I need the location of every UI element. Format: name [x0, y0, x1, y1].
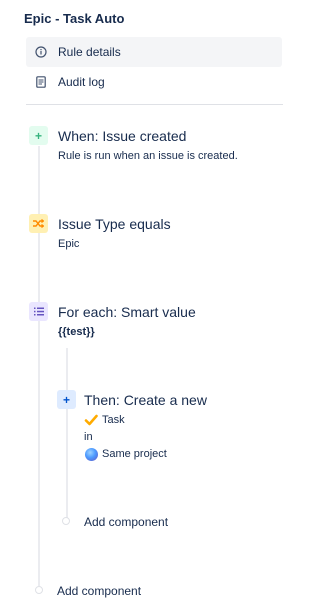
plus-icon: + — [57, 390, 76, 409]
flow-main-line — [38, 146, 40, 586]
add-component-dot — [62, 517, 70, 525]
condition-title: Issue Type equals — [58, 216, 171, 232]
add-component-dot — [35, 586, 43, 594]
add-component-label: Add component — [84, 515, 169, 529]
branch-title: For each: Smart value — [58, 304, 196, 320]
add-component-label: Add component — [57, 584, 142, 598]
rule-title: Epic - Task Auto — [24, 11, 125, 26]
action-title: Then: Create a new — [84, 392, 207, 408]
branch-smart-value: {{test}} — [58, 326, 95, 338]
info-icon — [34, 45, 48, 59]
plus-icon: + — [29, 126, 48, 145]
list-icon — [29, 302, 48, 321]
nav-item-label: Audit log — [58, 75, 105, 89]
action-in-label: in — [84, 431, 93, 443]
project-icon — [85, 448, 98, 461]
action-project: Same project — [102, 448, 167, 460]
nav-item-rule-details[interactable]: Rule details — [26, 37, 282, 67]
trigger-subtitle: Rule is run when an issue is created. — [58, 150, 238, 162]
nav-divider — [26, 104, 283, 105]
trigger-title: When: Issue created — [58, 128, 187, 144]
document-icon — [34, 75, 48, 89]
shuffle-icon — [29, 214, 48, 233]
action-issue-type: Task — [102, 414, 125, 426]
nav-item-label: Rule details — [58, 45, 121, 59]
condition-value: Epic — [58, 238, 80, 250]
checkmark-icon — [84, 414, 98, 426]
nav-item-audit-log[interactable]: Audit log — [26, 67, 282, 97]
flow-branch-line — [66, 348, 68, 518]
